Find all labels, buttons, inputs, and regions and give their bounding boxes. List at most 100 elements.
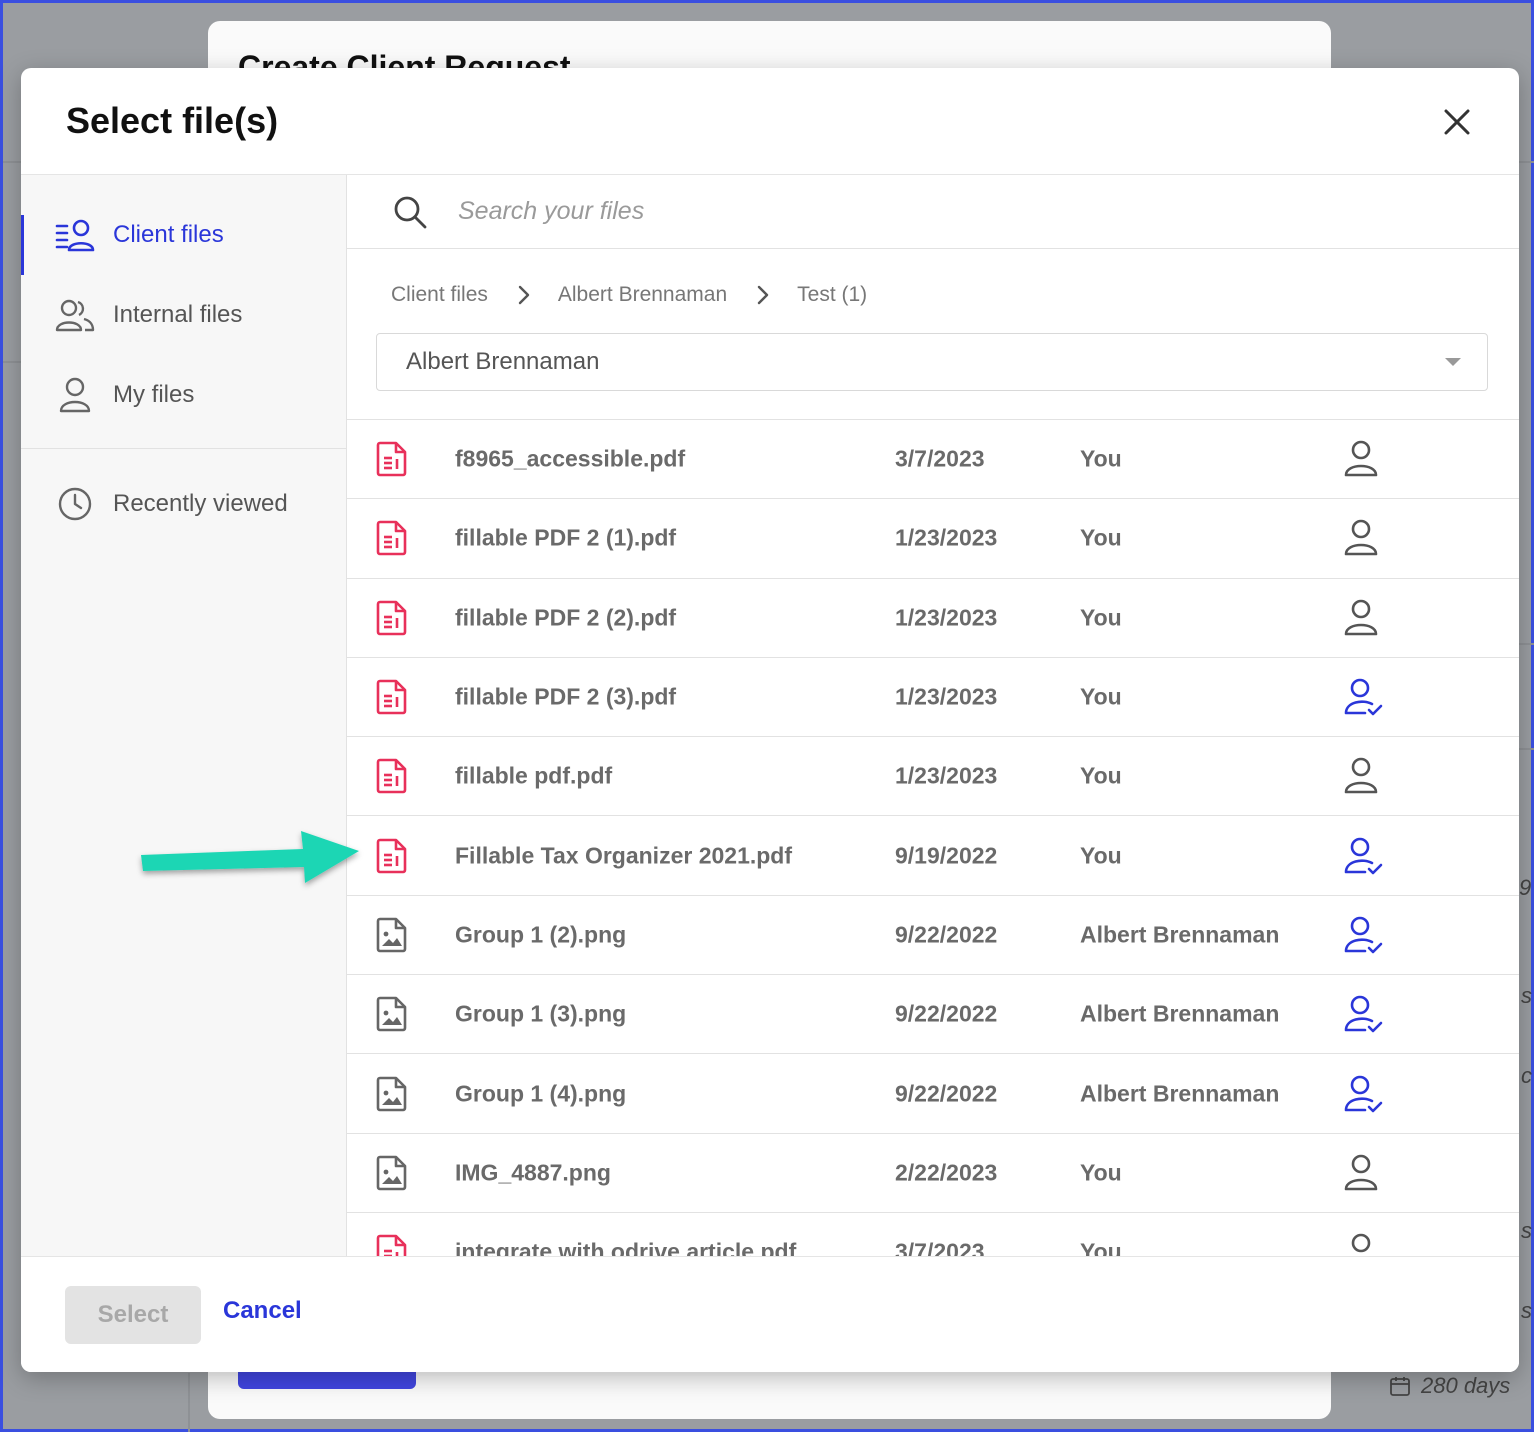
search-input[interactable]: [458, 197, 1258, 226]
file-date: 1/23/2023: [895, 683, 998, 710]
pdf-file-icon: [375, 1234, 409, 1256]
file-name: fillable PDF 2 (3).pdf: [455, 683, 677, 710]
image-file-icon: [375, 917, 409, 953]
user-icon: [1343, 756, 1383, 796]
dialog-title: Select file(s): [66, 100, 279, 141]
bg-divider: [188, 1373, 190, 1432]
file-date: 1/23/2023: [895, 524, 998, 551]
user-check-icon: [1343, 836, 1383, 876]
file-date: 9/22/2022: [895, 921, 998, 948]
user-check-icon: [1343, 915, 1383, 955]
file-row[interactable]: IMG_4887.png 2/22/2023 You: [347, 1134, 1519, 1213]
image-file-icon: [375, 1076, 409, 1112]
user-check-icon: [1343, 677, 1383, 717]
caret-down-icon: [1445, 358, 1461, 366]
file-row[interactable]: Fillable Tax Organizer 2021.pdf 9/19/202…: [347, 816, 1519, 896]
bg-letter: s: [1521, 983, 1532, 1008]
file-row[interactable]: f8965_accessible.pdf 3/7/2023 You: [347, 420, 1519, 500]
bg-letter: s: [1521, 1298, 1532, 1323]
file-name: IMG_4887.png: [455, 1159, 611, 1186]
sidebar-item-label: My files: [113, 381, 195, 408]
user-icon: [1343, 518, 1383, 558]
bg-letter: s: [1521, 1218, 1532, 1243]
file-date: 9/22/2022: [895, 1080, 998, 1107]
client-files-icon: [55, 215, 95, 255]
file-owner: You: [1080, 1238, 1122, 1256]
file-row[interactable]: fillable PDF 2 (1).pdf 1/23/2023 You: [347, 499, 1519, 579]
breadcrumb-item[interactable]: Client files: [391, 283, 488, 307]
users-icon: [55, 295, 95, 335]
pdf-file-icon: [375, 600, 409, 636]
sidebar-item-label: Client files: [113, 221, 224, 248]
sidebar-item-my-files[interactable]: My files: [21, 355, 346, 435]
file-row[interactable]: fillable PDF 2 (3).pdf 1/23/2023 You: [347, 658, 1519, 738]
file-owner: Albert Brennaman: [1080, 921, 1280, 948]
file-row[interactable]: Group 1 (2).png 9/22/2022 Albert Brennam…: [347, 896, 1519, 976]
sidebar-item-recently-viewed[interactable]: Recently viewed: [21, 464, 346, 544]
file-date: 9/22/2022: [895, 1000, 998, 1027]
sidebar: Client files Internal files My files Rec…: [21, 175, 347, 1256]
select-files-dialog: Select file(s) Client files Internal fil…: [21, 68, 1519, 1372]
file-date: 1/23/2023: [895, 762, 998, 789]
file-row[interactable]: fillable pdf.pdf 1/23/2023 You: [347, 737, 1519, 817]
pdf-file-icon: [375, 838, 409, 874]
bg-letter: 9: [1519, 875, 1532, 900]
file-row[interactable]: Group 1 (3).png 9/22/2022 Albert Brennam…: [347, 975, 1519, 1055]
file-owner: You: [1080, 842, 1122, 869]
pdf-file-icon: [375, 758, 409, 794]
file-name: Group 1 (3).png: [455, 1000, 627, 1027]
file-row[interactable]: integrate with odrive article.pdf 3/7/20…: [347, 1213, 1519, 1256]
file-owner: You: [1080, 683, 1122, 710]
search-icon: [394, 196, 427, 228]
file-date: 2/22/2023: [895, 1159, 998, 1186]
file-name: fillable PDF 2 (2).pdf: [455, 604, 677, 631]
dialog-footer: Select Cancel: [21, 1256, 1519, 1372]
chevron-right-icon: [757, 285, 769, 305]
calendar-icon: [1390, 1377, 1410, 1396]
pdf-file-icon: [375, 520, 409, 556]
search-bar: [347, 175, 1519, 249]
image-file-icon: [375, 996, 409, 1032]
clock-icon: [55, 484, 95, 524]
chevron-right-icon: [518, 285, 530, 305]
file-list: f8965_accessible.pdf 3/7/2023 You fillab…: [347, 419, 1519, 1256]
breadcrumb: Client files Albert Brennaman Test (1): [391, 283, 867, 307]
bg-due-date: 280 days: [1389, 1373, 1510, 1399]
sidebar-item-client-files[interactable]: Client files: [21, 195, 346, 275]
select-button[interactable]: Select: [65, 1286, 201, 1344]
pdf-file-icon: [375, 441, 409, 477]
file-name: integrate with odrive article.pdf: [455, 1238, 797, 1256]
file-owner: You: [1080, 604, 1122, 631]
sidebar-divider: [21, 448, 346, 449]
file-row[interactable]: fillable PDF 2 (2).pdf 1/23/2023 You: [347, 579, 1519, 658]
file-owner: You: [1080, 524, 1122, 551]
cancel-button[interactable]: Cancel: [223, 1297, 302, 1325]
client-select[interactable]: Albert Brennaman: [376, 333, 1488, 391]
sidebar-item-internal-files[interactable]: Internal files: [21, 275, 346, 355]
sidebar-item-label: Internal files: [113, 301, 243, 328]
file-name: Fillable Tax Organizer 2021.pdf: [455, 842, 793, 869]
close-button[interactable]: [1437, 102, 1477, 142]
file-owner: You: [1080, 1159, 1122, 1186]
file-date: 3/7/2023: [895, 1238, 985, 1256]
user-check-icon: [1343, 994, 1383, 1034]
file-date: 1/23/2023: [895, 604, 998, 631]
file-owner: You: [1080, 445, 1122, 472]
client-select-value: Albert Brennaman: [406, 348, 600, 375]
file-date: 3/7/2023: [895, 445, 985, 472]
image-file-icon: [375, 1155, 409, 1191]
sidebar-item-label: Recently viewed: [113, 490, 288, 517]
close-icon: [1444, 109, 1470, 135]
file-row[interactable]: Group 1 (4).png 9/22/2022 Albert Brennam…: [347, 1054, 1519, 1134]
bg-letter: c: [1521, 1063, 1532, 1088]
breadcrumb-item[interactable]: Test (1): [797, 283, 867, 307]
file-name: f8965_accessible.pdf: [455, 445, 686, 472]
file-name: fillable pdf.pdf: [455, 762, 613, 789]
bg-due-date-text: 280 days: [1421, 1373, 1511, 1398]
user-check-icon: [1343, 1074, 1383, 1114]
dialog-header: Select file(s): [21, 68, 1519, 175]
user-icon: [1343, 439, 1383, 479]
file-date: 9/19/2022: [895, 842, 998, 869]
file-name: Group 1 (4).png: [455, 1080, 627, 1107]
breadcrumb-item[interactable]: Albert Brennaman: [558, 283, 727, 307]
